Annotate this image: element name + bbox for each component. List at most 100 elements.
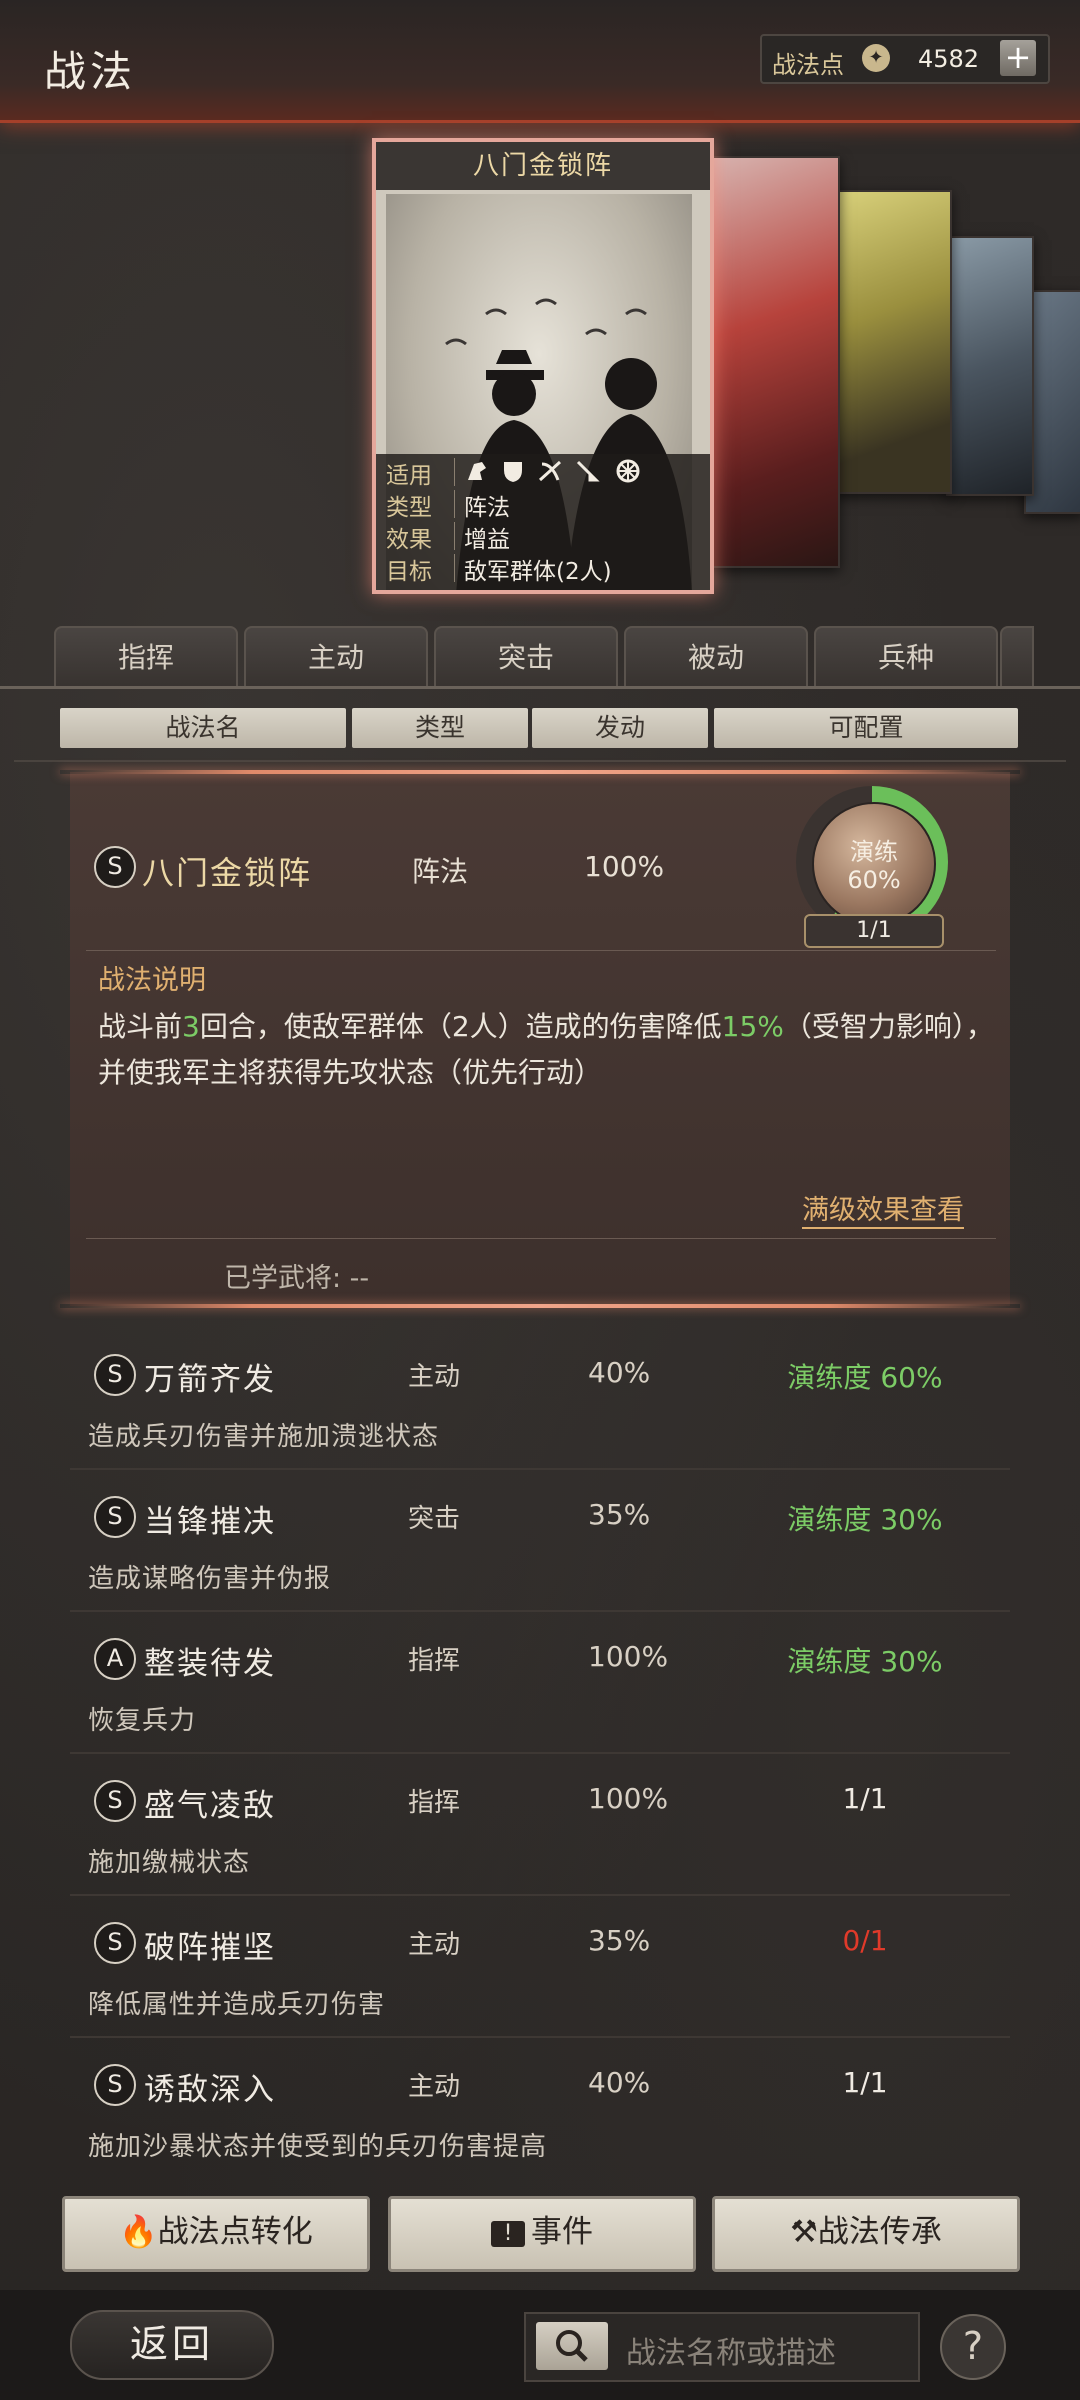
- description-text: 战斗前3回合，使敌军群体（2人）造成的伤害降低15%（受智力影响），并使我军主将…: [98, 1004, 998, 1096]
- tab-more[interactable]: [1000, 626, 1034, 688]
- description-title: 战法说明: [98, 965, 206, 996]
- tactic-type: 主动: [408, 2072, 461, 2102]
- list-divider: [70, 1468, 1010, 1470]
- tactic-progress: 1/1: [842, 1782, 888, 1815]
- info-value: 敌军群体(2人): [464, 559, 612, 585]
- top-bar: 战法 战法点 ✦ 4582 +: [0, 0, 1080, 123]
- cavalry-icon: [468, 462, 486, 480]
- list-divider: [70, 1752, 1010, 1754]
- list-item[interactable]: [70, 1614, 1010, 1752]
- practice-label: 演练: [850, 838, 898, 866]
- desc-divider-top: [86, 950, 996, 951]
- tactic-rate: 40%: [588, 2066, 651, 2099]
- tactic-card-3[interactable]: [946, 236, 1034, 496]
- help-icon[interactable]: ?: [940, 2314, 1006, 2380]
- info-separator: [454, 554, 455, 582]
- selected-top-glow: [60, 770, 1020, 774]
- practice-orb: 演练 60%: [812, 802, 936, 926]
- shield-icon: [504, 462, 522, 482]
- desc-highlight: 15%: [721, 1010, 784, 1043]
- info-key: 效果: [386, 527, 432, 553]
- grade-badge: A: [94, 1638, 136, 1680]
- tactic-type: 主动: [408, 1362, 461, 1392]
- search-field[interactable]: 战法名称或描述: [524, 2312, 920, 2382]
- search-icon[interactable]: [536, 2322, 608, 2370]
- tactic-progress: 演练度 60%: [787, 1361, 943, 1394]
- desc-part: 回合，使敌军群体（2人）造成的伤害降低: [199, 1010, 722, 1043]
- info-value: 增益: [464, 527, 510, 553]
- info-separator: [454, 522, 455, 550]
- info-value: 阵法: [464, 495, 510, 521]
- flame-icon: 🔥: [119, 2214, 158, 2250]
- tactic-point-icon: ✦: [862, 44, 890, 72]
- column-header-trigger[interactable]: 发动: [532, 708, 708, 748]
- tactic-description: 施加沙暴状态并使受到的兵刃伤害提高: [88, 2132, 548, 2162]
- card-info-panel: 适用 类型 阵法 效果 增益 目标 敌军群体(2人): [376, 454, 710, 590]
- list-divider: [70, 2036, 1010, 2038]
- column-header-type[interactable]: 类型: [352, 708, 528, 748]
- event-label: 事件: [531, 2214, 593, 2250]
- selected-tactic-rate: 100%: [584, 850, 665, 883]
- tactic-progress: 1/1: [842, 2066, 888, 2099]
- column-header-configurable[interactable]: 可配置: [714, 708, 1018, 748]
- tactic-points-label: 战法点: [772, 51, 844, 79]
- selected-bottom-glow: [60, 1304, 1020, 1308]
- tactic-name: 整装待发: [144, 1646, 276, 1682]
- add-points-button[interactable]: +: [1000, 40, 1036, 76]
- tab-command[interactable]: 指挥: [54, 626, 238, 688]
- info-key: 目标: [386, 559, 432, 585]
- tactic-card-1[interactable]: [702, 156, 840, 568]
- selected-tactic-type: 阵法: [412, 855, 469, 888]
- tactic-description: 降低属性并造成兵刃伤害: [88, 1990, 386, 2020]
- grade-badge: S: [94, 1496, 136, 1538]
- back-button[interactable]: 返回: [70, 2310, 274, 2380]
- event-button[interactable]: ! 事件: [388, 2196, 696, 2272]
- card-info-row-suitable: 适用: [386, 456, 696, 489]
- grade-badge: S: [94, 1922, 136, 1964]
- card-info-row-effect: 效果 增益: [386, 520, 696, 553]
- list-divider: [70, 1610, 1010, 1612]
- tab-troop-type[interactable]: 兵种: [814, 626, 998, 688]
- tactic-name: 诱敌深入: [144, 2072, 276, 2108]
- convert-label: 战法点转化: [157, 2214, 313, 2250]
- info-separator: [454, 490, 455, 518]
- tactic-type: 主动: [408, 1930, 461, 1960]
- inherit-button[interactable]: ⚒战法传承: [712, 2196, 1020, 2272]
- full-level-effect-link[interactable]: 满级效果查看: [802, 1188, 964, 1229]
- spear-icon: [576, 460, 600, 482]
- column-header-name[interactable]: 战法名: [60, 708, 346, 748]
- info-key: 类型: [386, 495, 432, 521]
- desc-part: 战斗前: [98, 1010, 183, 1043]
- tab-assault[interactable]: 突击: [434, 626, 618, 688]
- tactic-rate: 100%: [588, 1782, 669, 1815]
- tactic-description: 造成兵刃伤害并施加溃逃状态: [88, 1422, 440, 1452]
- tactic-type: 指挥: [408, 1646, 461, 1676]
- tactic-rate: 40%: [588, 1356, 651, 1389]
- troop-icons: [468, 459, 640, 483]
- selected-tactic-name: 八门金锁阵: [142, 854, 313, 892]
- tactic-description: 造成谋略伤害并伪报: [88, 1564, 332, 1594]
- grade-badge: S: [94, 846, 136, 888]
- tab-divider: [0, 686, 1080, 689]
- tactic-name: 万箭齐发: [144, 1362, 276, 1398]
- tactic-name: 当锋摧决: [144, 1504, 276, 1540]
- archer-icon: [538, 460, 562, 482]
- tactic-points-value: 4582: [918, 45, 980, 73]
- featured-tactic-card[interactable]: 八门金锁阵 适用 类型 阵法 效果 增益 目标 敌军群体(2人): [372, 138, 714, 594]
- convert-points-button[interactable]: 🔥战法点转化: [62, 2196, 370, 2272]
- grade-badge: S: [94, 2064, 136, 2106]
- tab-active[interactable]: 主动: [244, 626, 428, 688]
- card-title: 八门金锁阵: [376, 142, 710, 190]
- tab-passive[interactable]: 被动: [624, 626, 808, 688]
- tactic-progress: 演练度 30%: [787, 1645, 943, 1678]
- desc-highlight: 3: [182, 1010, 200, 1043]
- tactic-type: 突击: [408, 1504, 461, 1534]
- practice-percent: 60%: [847, 866, 901, 894]
- learned-generals: 已学武将: --: [224, 1263, 370, 1294]
- page-title: 战法: [44, 47, 137, 96]
- tactic-rate: 35%: [588, 1924, 651, 1957]
- tactic-name: 盛气凌敌: [144, 1788, 276, 1824]
- tactic-card-2[interactable]: [834, 190, 952, 494]
- alert-icon: !: [491, 2220, 525, 2247]
- search-placeholder: 战法名称或描述: [626, 2336, 836, 2371]
